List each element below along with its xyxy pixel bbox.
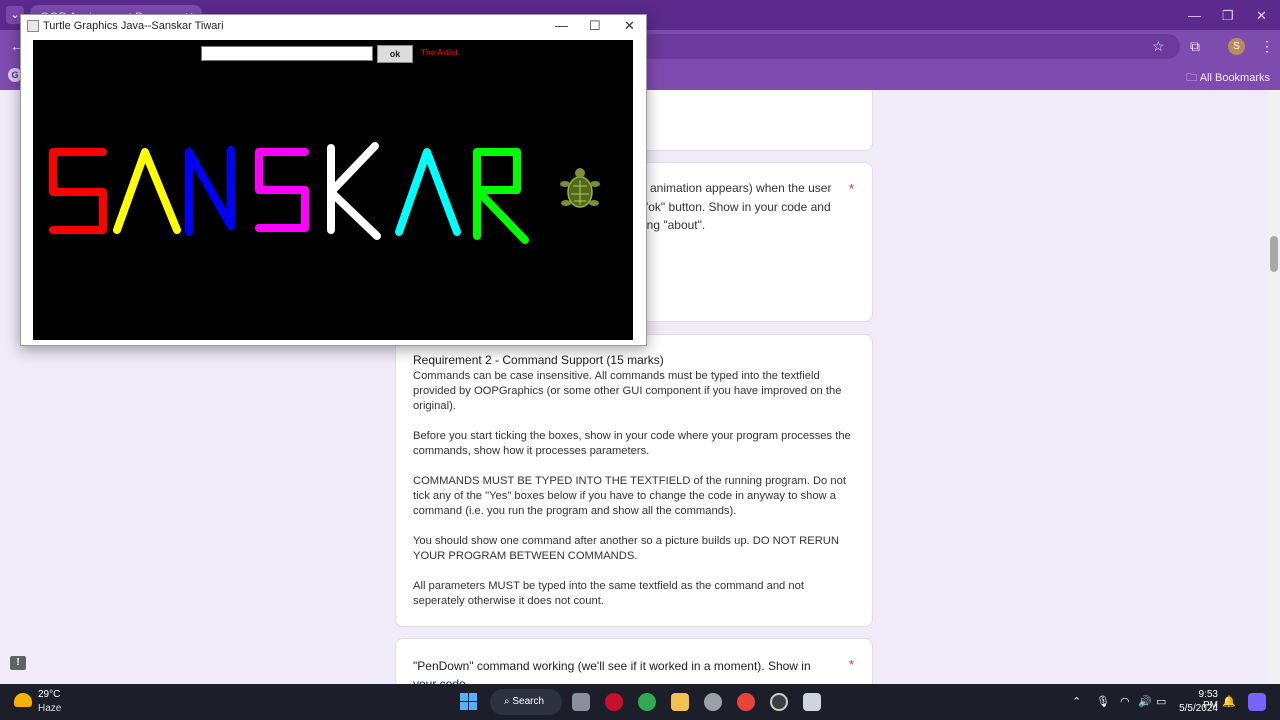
search-icon: ⌕ (504, 696, 510, 707)
letter-k (327, 142, 381, 240)
letter-a (395, 148, 461, 236)
weather-temperature[interactable]: 29°C (38, 689, 60, 700)
required-mark: * (848, 181, 854, 196)
window-title: Turtle Graphics Java--Sanskar Tiwari (43, 20, 224, 32)
weather-condition[interactable]: Haze (38, 703, 61, 714)
required-mark: * (848, 657, 854, 672)
close-icon[interactable]: ✕ (624, 18, 635, 34)
requirement2-title: Requirement 2 - Command Support (15 mark… (413, 353, 664, 367)
sanskar-drawing (49, 142, 600, 244)
profile-avatar[interactable]: S (1228, 38, 1245, 55)
windows-start-icon[interactable] (460, 693, 477, 710)
letter-a (113, 148, 181, 234)
java-icon[interactable] (803, 693, 821, 711)
requirement2-paragraph: Commands can be case insensitive. All co… (413, 370, 842, 412)
copilot-icon[interactable] (1248, 693, 1266, 711)
battery-icon[interactable]: ▭ (1156, 695, 1166, 708)
obs-icon[interactable] (770, 693, 788, 711)
chrome-icon[interactable] (638, 693, 656, 711)
minimize-icon[interactable]: — (1188, 8, 1201, 23)
all-bookmarks[interactable]: 🗀 All Bookmarks (1186, 69, 1270, 88)
requirement2-paragraph: COMMANDS MUST BE TYPED INTO THE TEXTFIEL… (413, 475, 846, 517)
letter-s (255, 148, 309, 232)
bell-icon[interactable]: 🔔 (1222, 695, 1236, 708)
task-view-icon[interactable] (572, 693, 590, 711)
question1-line: ing "about". (644, 218, 706, 232)
turtle-icon (560, 168, 600, 208)
turtle-graphics-window: Turtle Graphics Java--Sanskar Tiwari — ☐… (20, 14, 647, 346)
extensions-icon[interactable]: ⧉ (1190, 38, 1200, 55)
java-app-icon (27, 20, 39, 32)
address-bar[interactable] (640, 34, 1180, 59)
drawing-canvas: ok The Artist (33, 40, 633, 340)
close-icon[interactable]: ✕ (1256, 8, 1267, 24)
maximize-icon[interactable]: ☐ (589, 18, 601, 34)
scrollbar-thumb[interactable] (1270, 236, 1278, 272)
restore-icon[interactable]: ❐ (1222, 8, 1234, 24)
requirement2-paragraph: You should show one command after anothe… (413, 535, 839, 562)
taskbar-search[interactable]: ⌕ Search (490, 689, 562, 715)
settings-icon[interactable] (704, 693, 722, 711)
feedback-icon[interactable]: ! (10, 656, 26, 670)
question1-line: "ok" button. Show in your code and (644, 200, 831, 214)
file-explorer-icon[interactable] (671, 693, 689, 711)
requirement2-paragraph: All parameters MUST be typed into the sa… (413, 580, 804, 607)
folder-icon: 🗀 (1186, 72, 1198, 84)
microphone-icon[interactable]: 🎙 (1096, 695, 1110, 708)
page-scrollbar[interactable] (1268, 90, 1280, 684)
clock-date[interactable]: 5/5/2024 (1176, 703, 1218, 714)
letter-n (185, 146, 235, 236)
opera-icon[interactable] (605, 693, 623, 711)
letter-r (473, 148, 529, 244)
wifi-icon[interactable]: ◠ (1120, 695, 1130, 708)
volume-icon[interactable]: 🔊 (1138, 695, 1152, 708)
menu-dots-icon[interactable]: ⋮ (1260, 38, 1274, 55)
chrome-profile-icon[interactable] (737, 693, 755, 711)
minimize-icon[interactable]: — (555, 18, 568, 33)
letter-s (49, 148, 107, 234)
requirement2-paragraph: Before you start ticking the boxes, show… (413, 430, 851, 457)
requirement2-card: Requirement 2 - Command Support (15 mark… (395, 334, 873, 627)
window-titlebar[interactable]: Turtle Graphics Java--Sanskar Tiwari — ☐… (21, 15, 646, 39)
star-icon[interactable]: ☆ (1152, 38, 1165, 55)
search-label: Search (512, 696, 545, 707)
all-bookmarks-label: All Bookmarks (1199, 72, 1270, 84)
question1-line: animation appears) when the user (650, 181, 832, 195)
windows-taskbar: 29°C Haze ⌕ Search ⌃ 🎙 ◠ 🔊 ▭ 9:53 PM 5/5… (0, 684, 1280, 720)
chevron-up-icon[interactable]: ⌃ (1072, 695, 1081, 708)
weather-icon[interactable] (14, 693, 32, 707)
